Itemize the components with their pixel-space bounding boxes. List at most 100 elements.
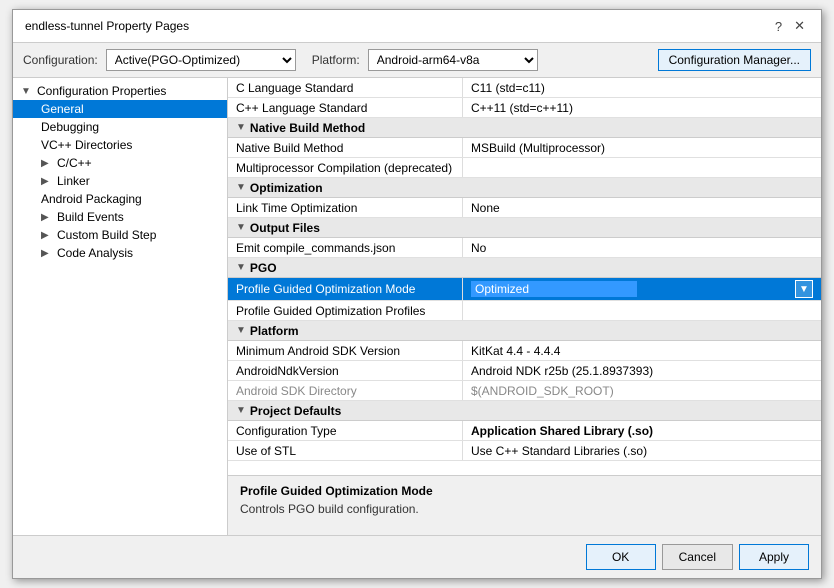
pgo-value-text: Optimized: [471, 281, 637, 297]
tree-item-label: Linker: [57, 174, 90, 188]
prop-row-cpp-lang[interactable]: C++ Language Standard C++11 (std=c++11): [228, 98, 821, 118]
prop-value-pgo-profiles: [463, 301, 821, 320]
prop-name-pgo-profiles: Profile Guided Optimization Profiles: [228, 301, 463, 320]
prop-row-multiprocessor[interactable]: Multiprocessor Compilation (deprecated): [228, 158, 821, 178]
expander-icon: ▼: [21, 86, 33, 97]
config-manager-button[interactable]: Configuration Manager...: [658, 49, 811, 71]
expander-icon: ▶: [41, 230, 53, 241]
property-pages-dialog: endless-tunnel Property Pages ? ✕ Config…: [12, 9, 822, 579]
tree-item-cpp[interactable]: ▶ C/C++: [13, 154, 227, 172]
tree-item-build-events[interactable]: ▶ Build Events: [13, 208, 227, 226]
description-text: Controls PGO build configuration.: [240, 502, 809, 516]
section-platform[interactable]: ▼ Platform: [228, 321, 821, 341]
tree-item-label: Build Events: [57, 210, 124, 224]
prop-name-sdk-dir: Android SDK Directory: [228, 381, 463, 400]
section-label: Native Build Method: [250, 121, 365, 135]
section-label: PGO: [250, 261, 277, 275]
ok-button[interactable]: OK: [586, 544, 656, 570]
dropdown-arrow-icon[interactable]: ▼: [795, 280, 813, 298]
prop-value-min-sdk: KitKat 4.4 - 4.4.4: [463, 341, 821, 360]
main-content: ▼ Configuration Properties General Debug…: [13, 78, 821, 535]
config-label: Configuration:: [23, 53, 98, 67]
prop-value-config-type: Application Shared Library (.so): [463, 421, 821, 440]
tree-item-linker[interactable]: ▶ Linker: [13, 172, 227, 190]
section-chevron-icon: ▼: [236, 325, 246, 336]
prop-row-use-stl[interactable]: Use of STL Use C++ Standard Libraries (.…: [228, 441, 821, 461]
close-button[interactable]: ✕: [790, 18, 809, 34]
section-optimization[interactable]: ▼ Optimization: [228, 178, 821, 198]
tree-item-general[interactable]: General: [13, 100, 227, 118]
tree-item-android-packaging[interactable]: Android Packaging: [13, 190, 227, 208]
tree-item-label: C/C++: [57, 156, 92, 170]
prop-value-pgo-mode: Optimized ▼: [463, 278, 821, 300]
tree-item-debugging[interactable]: Debugging: [13, 118, 227, 136]
prop-name-emit-compile: Emit compile_commands.json: [228, 238, 463, 257]
tree-item-label: Debugging: [41, 120, 99, 134]
prop-value-link-time-opt: None: [463, 198, 821, 217]
expander-icon: ▶: [41, 176, 53, 187]
section-label: Output Files: [250, 221, 320, 235]
prop-row-pgo-profiles[interactable]: Profile Guided Optimization Profiles: [228, 301, 821, 321]
description-title: Profile Guided Optimization Mode: [240, 484, 809, 498]
tree-item-label: Code Analysis: [57, 246, 133, 260]
expander-icon: ▶: [41, 212, 53, 223]
prop-value-cpp-lang: C++11 (std=c++11): [463, 98, 821, 117]
tree-item-label: Custom Build Step: [57, 228, 156, 242]
prop-value-multiprocessor: [463, 158, 821, 177]
prop-name-ndk-version: AndroidNdkVersion: [228, 361, 463, 380]
prop-row-c-lang[interactable]: C Language Standard C11 (std=c11): [228, 78, 821, 98]
prop-row-config-type[interactable]: Configuration Type Application Shared Li…: [228, 421, 821, 441]
tree-item-custom-build-step[interactable]: ▶ Custom Build Step: [13, 226, 227, 244]
properties-table: C Language Standard C11 (std=c11) C++ La…: [228, 78, 821, 475]
configuration-select[interactable]: Active(PGO-Optimized): [106, 49, 296, 71]
prop-row-link-time-opt[interactable]: Link Time Optimization None: [228, 198, 821, 218]
section-pgo[interactable]: ▼ PGO: [228, 258, 821, 278]
section-native-build[interactable]: ▼ Native Build Method: [228, 118, 821, 138]
tree-item-label: VC++ Directories: [41, 138, 132, 152]
section-chevron-icon: ▼: [236, 262, 246, 273]
prop-value-c-lang: C11 (std=c11): [463, 78, 821, 97]
section-chevron-icon: ▼: [236, 222, 246, 233]
left-panel: ▼ Configuration Properties General Debug…: [13, 78, 228, 535]
prop-row-ndk-version[interactable]: AndroidNdkVersion Android NDK r25b (25.1…: [228, 361, 821, 381]
prop-row-sdk-dir[interactable]: Android SDK Directory $(ANDROID_SDK_ROOT…: [228, 381, 821, 401]
prop-name-cpp-lang: C++ Language Standard: [228, 98, 463, 117]
prop-value-ndk-version: Android NDK r25b (25.1.8937393): [463, 361, 821, 380]
cancel-button[interactable]: Cancel: [662, 544, 733, 570]
prop-row-min-sdk[interactable]: Minimum Android SDK Version KitKat 4.4 -…: [228, 341, 821, 361]
dialog-title: endless-tunnel Property Pages: [25, 19, 189, 33]
title-bar-controls: ? ✕: [771, 18, 809, 34]
title-bar: endless-tunnel Property Pages ? ✕: [13, 10, 821, 43]
tree-item-config-properties[interactable]: ▼ Configuration Properties: [13, 82, 227, 100]
prop-row-emit-compile[interactable]: Emit compile_commands.json No: [228, 238, 821, 258]
prop-name-link-time-opt: Link Time Optimization: [228, 198, 463, 217]
section-output-files[interactable]: ▼ Output Files: [228, 218, 821, 238]
expander-icon: ▶: [41, 158, 53, 169]
section-label: Optimization: [250, 181, 323, 195]
tree-item-code-analysis[interactable]: ▶ Code Analysis: [13, 244, 227, 262]
section-project-defaults[interactable]: ▼ Project Defaults: [228, 401, 821, 421]
prop-name-config-type: Configuration Type: [228, 421, 463, 440]
platform-select[interactable]: Android-arm64-v8a: [368, 49, 538, 71]
prop-value-use-stl: Use C++ Standard Libraries (.so): [463, 441, 821, 460]
toolbar: Configuration: Active(PGO-Optimized) Pla…: [13, 43, 821, 78]
section-label: Project Defaults: [250, 404, 341, 418]
tree-item-label: Android Packaging: [41, 192, 142, 206]
section-label: Platform: [250, 324, 299, 338]
tree-item-vc-directories[interactable]: VC++ Directories: [13, 136, 227, 154]
prop-name-min-sdk: Minimum Android SDK Version: [228, 341, 463, 360]
prop-row-native-build-method[interactable]: Native Build Method MSBuild (Multiproces…: [228, 138, 821, 158]
tree-item-label: Configuration Properties: [37, 84, 166, 98]
prop-name-native-build-method: Native Build Method: [228, 138, 463, 157]
prop-name-use-stl: Use of STL: [228, 441, 463, 460]
apply-button[interactable]: Apply: [739, 544, 809, 570]
description-panel: Profile Guided Optimization Mode Control…: [228, 475, 821, 535]
help-button[interactable]: ?: [771, 18, 786, 34]
section-chevron-icon: ▼: [236, 122, 246, 133]
pgo-value-container: Optimized ▼: [471, 280, 813, 298]
prop-value-emit-compile: No: [463, 238, 821, 257]
footer: OK Cancel Apply: [13, 535, 821, 578]
prop-name-pgo-mode: Profile Guided Optimization Mode: [228, 278, 463, 300]
prop-row-pgo-mode[interactable]: Profile Guided Optimization Mode Optimiz…: [228, 278, 821, 301]
right-panel: C Language Standard C11 (std=c11) C++ La…: [228, 78, 821, 535]
